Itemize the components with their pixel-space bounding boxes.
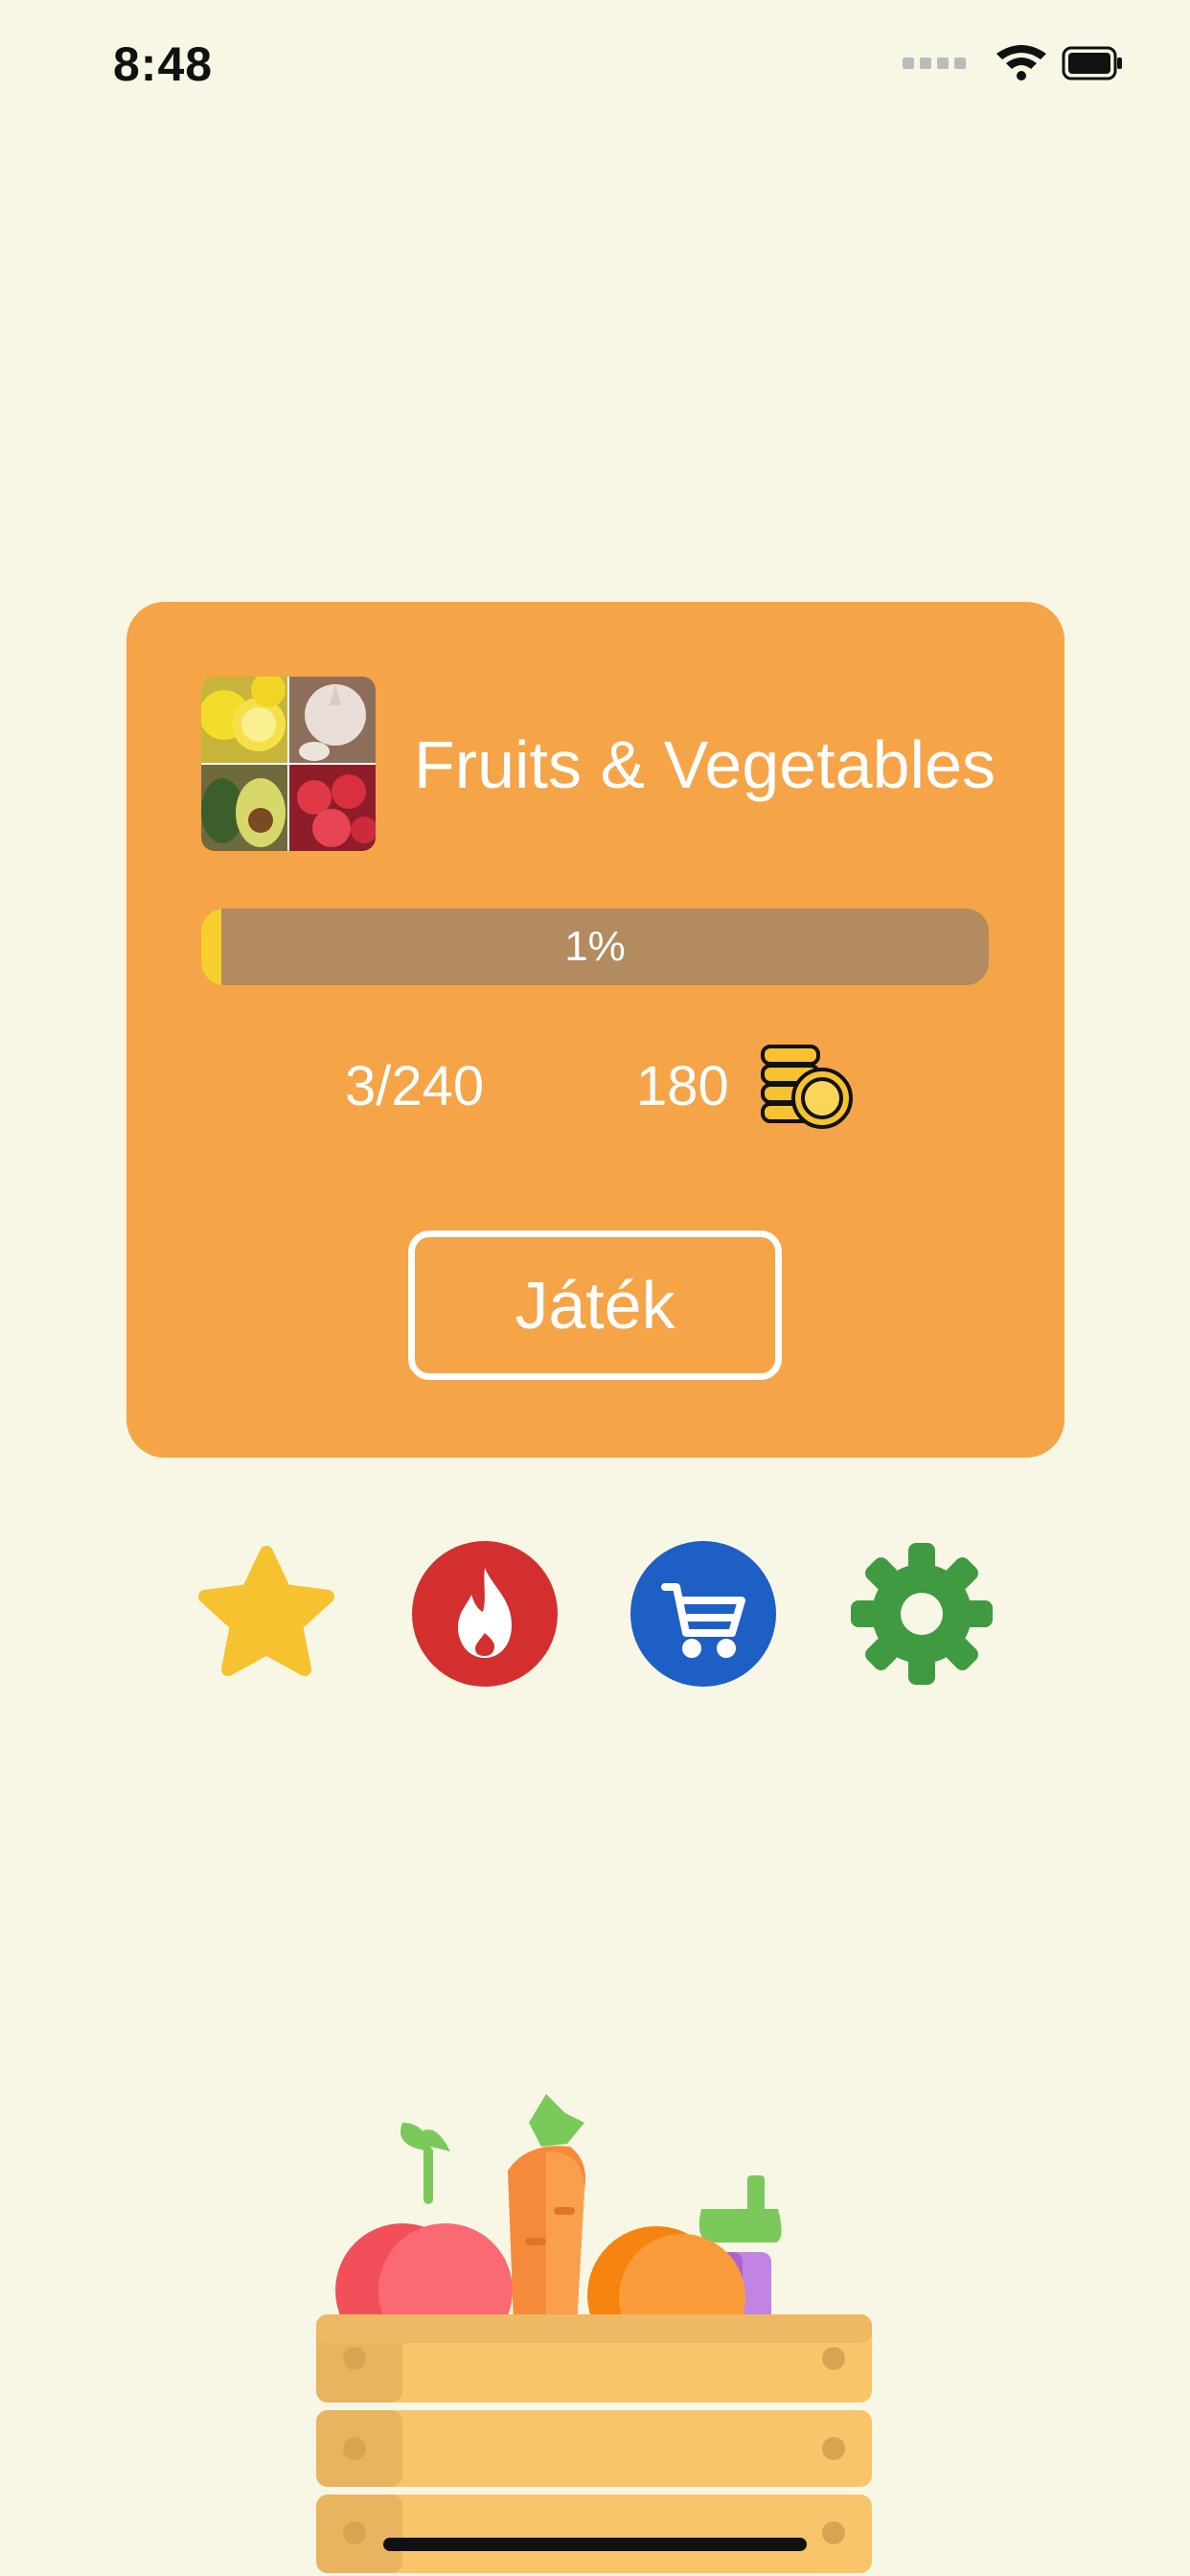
play-button[interactable]: Játék (408, 1230, 782, 1380)
avocado-image (201, 765, 287, 851)
signal-icon (903, 58, 966, 69)
raspberry-image (289, 765, 376, 851)
status-time: 8:48 (113, 37, 214, 91)
battery-icon (1062, 46, 1122, 80)
category-thumbnail (201, 677, 376, 851)
category-card: Fruits & Vegetables 1% 3/240 180 Játék (126, 602, 1064, 1458)
progress-bar: 1% (201, 908, 989, 985)
solved-count: 3/240 (345, 1055, 485, 1117)
garlic-image (289, 677, 376, 763)
star-icon (198, 1546, 334, 1676)
gear-icon (851, 1543, 993, 1685)
settings-button[interactable] (849, 1541, 995, 1687)
wifi-icon (996, 45, 1046, 80)
home-indicator (383, 2538, 807, 2551)
category-title: Fruits & Vegetables (414, 727, 995, 802)
lemon-image (201, 677, 287, 763)
favorites-button[interactable] (194, 1541, 339, 1687)
status-icons (903, 45, 1122, 80)
vegetable-crate-illustration (316, 2094, 872, 2573)
carrot-icon (508, 2094, 585, 2324)
crate-icon (316, 2314, 872, 2573)
coins-icon (761, 1045, 853, 1129)
hot-button[interactable] (412, 1541, 558, 1687)
progress-label: 1% (564, 923, 626, 970)
shop-button[interactable] (630, 1541, 776, 1687)
coin-count: 180 (636, 1055, 729, 1117)
